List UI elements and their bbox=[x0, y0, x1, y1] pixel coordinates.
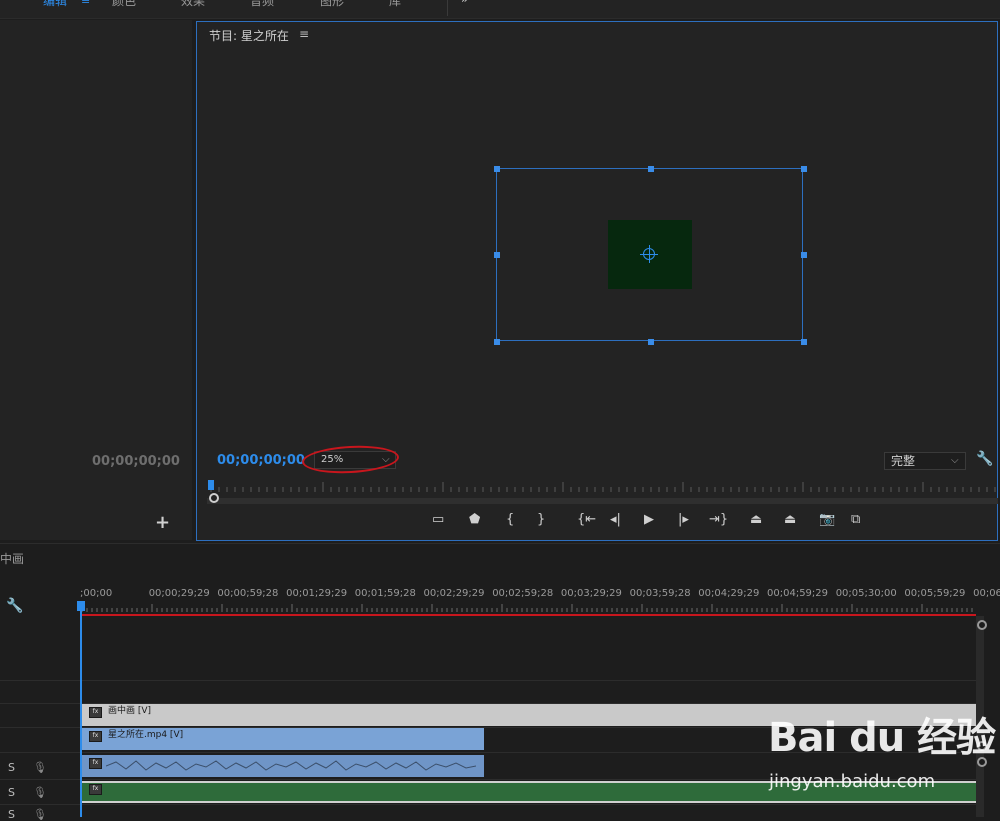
chevron-down-icon[interactable]: ⌵ bbox=[951, 452, 959, 470]
ruler-tick-label: 00;05;59;29 bbox=[904, 588, 966, 599]
resize-handle[interactable] bbox=[494, 252, 500, 258]
solo-toggle[interactable]: S bbox=[8, 761, 15, 774]
microphone-icon[interactable]: 🎙 bbox=[33, 808, 47, 821]
timeline-divider bbox=[0, 543, 1000, 544]
clip-label: 画中画 [V] bbox=[108, 706, 152, 716]
microphone-icon[interactable]: 🎙 bbox=[33, 761, 47, 774]
extract-icon[interactable]: ⏏ bbox=[784, 512, 796, 527]
lift-icon[interactable]: ⏏ bbox=[750, 512, 762, 527]
panel-menu-icon[interactable]: ≡ bbox=[299, 27, 309, 41]
timeline-ruler-ticks bbox=[82, 604, 973, 612]
source-timecode: 00;00;00;00 bbox=[92, 454, 180, 469]
resize-handle[interactable] bbox=[494, 339, 500, 345]
fx-badge-icon: fx bbox=[89, 731, 102, 742]
add-icon[interactable]: + bbox=[155, 512, 170, 533]
tab-color[interactable]: 颜色 bbox=[112, 0, 136, 9]
microphone-icon[interactable]: 🎙 bbox=[33, 786, 47, 799]
in-icon[interactable]: { bbox=[506, 512, 514, 527]
ruler-tick-label: 00;02;29;29 bbox=[423, 588, 485, 599]
ruler-tick-label: 00;06; bbox=[973, 588, 1000, 599]
video-clip[interactable]: fx 星之所在.mp4 [V] bbox=[82, 728, 484, 750]
timeline-title: 中画 bbox=[0, 552, 25, 566]
timeline-settings-icon[interactable]: 🔧 bbox=[6, 598, 23, 614]
step-forward-icon[interactable]: |▸ bbox=[678, 512, 689, 527]
tab-library[interactable]: 库 bbox=[389, 0, 401, 9]
tab-effects[interactable]: 效果 bbox=[181, 0, 205, 9]
anchor-crosshair bbox=[649, 245, 650, 263]
ruler-tick-label: 00;05;30;00 bbox=[835, 588, 897, 599]
ruler-tick-label: 00;00;59;28 bbox=[217, 588, 279, 599]
resize-handle[interactable] bbox=[648, 166, 654, 172]
compare-icon[interactable]: ⧉ bbox=[851, 512, 860, 527]
audio-waveform bbox=[106, 760, 476, 771]
fx-badge-icon: fx bbox=[89, 758, 102, 769]
out-icon[interactable]: } bbox=[537, 512, 545, 527]
ruler-tick-label: 00;04;29;29 bbox=[698, 588, 760, 599]
track-divider bbox=[0, 680, 980, 681]
ruler-tick-label: 00;01;29;29 bbox=[286, 588, 348, 599]
clip-label: 星之所在.mp4 [V] bbox=[108, 730, 184, 740]
watermark-url: jingyan.baidu.com bbox=[769, 771, 936, 792]
render-bar bbox=[82, 614, 976, 616]
go-to-out-icon[interactable]: ⇥} bbox=[709, 512, 728, 527]
scrollbar-handle[interactable] bbox=[977, 620, 987, 630]
tab-graphics[interactable]: 图形 bbox=[320, 0, 344, 9]
ruler-tick-label: ;00;00 bbox=[80, 588, 113, 599]
scrollbar-handle[interactable] bbox=[209, 493, 219, 503]
fx-badge-icon: fx bbox=[89, 784, 102, 795]
monitor-title: 节目: 星之所在 bbox=[209, 29, 289, 43]
timeline-ruler[interactable]: ;00;00 00;00;29;29 00;00;59;28 00;01;29;29 0… bbox=[80, 588, 1000, 602]
export-frame-icon[interactable]: 📷 bbox=[819, 512, 835, 527]
workspace-bar: 编辑 ≡ 颜色 效果 音频 图形 库 » bbox=[0, 0, 1000, 19]
tab-menu-icon[interactable]: ≡ bbox=[81, 0, 90, 7]
resize-handle[interactable] bbox=[801, 339, 807, 345]
safe-margins-icon[interactable]: ▭ bbox=[432, 512, 444, 527]
monitor-playhead[interactable] bbox=[208, 480, 214, 490]
ruler-tick-label: 00;04;59;29 bbox=[767, 588, 829, 599]
step-back-icon[interactable]: ◂| bbox=[610, 512, 621, 527]
go-to-in-icon[interactable]: {⇤ bbox=[577, 512, 596, 527]
zoom-scrollbar[interactable] bbox=[207, 498, 998, 504]
timeline-playhead-line[interactable] bbox=[80, 603, 82, 817]
settings-wrench-icon[interactable]: 🔧 bbox=[976, 451, 993, 467]
solo-toggle[interactable]: S bbox=[8, 786, 15, 799]
ruler-tick-label: 00;03;59;28 bbox=[629, 588, 691, 599]
resize-handle[interactable] bbox=[494, 166, 500, 172]
resize-handle[interactable] bbox=[801, 166, 807, 172]
resize-handle[interactable] bbox=[648, 339, 654, 345]
solo-toggle[interactable]: S bbox=[8, 808, 15, 821]
timeline-playhead[interactable] bbox=[77, 601, 85, 611]
playhead-timecode[interactable]: 00;00;00;00 bbox=[217, 453, 305, 468]
monitor-time-ruler[interactable] bbox=[207, 480, 998, 494]
tab-audio[interactable]: 音频 bbox=[250, 0, 274, 9]
marker-icon[interactable]: ⬟ bbox=[469, 512, 480, 527]
play-icon[interactable]: ▶ bbox=[644, 512, 654, 527]
watermark-logo: Bai du 经验 bbox=[768, 715, 996, 761]
tab-editing[interactable]: 编辑 bbox=[43, 0, 67, 9]
overflow-icon[interactable]: » bbox=[461, 0, 468, 6]
ruler-tick-label: 00;02;59;28 bbox=[492, 588, 554, 599]
ruler-tick-label: 00;00;29;29 bbox=[148, 588, 210, 599]
tab-divider bbox=[447, 0, 448, 16]
ruler-tick-label: 00;03;29;29 bbox=[560, 588, 622, 599]
audio-clip[interactable]: fx bbox=[82, 755, 484, 777]
track-divider bbox=[0, 804, 980, 805]
fx-badge-icon: fx bbox=[89, 707, 102, 718]
ruler-tick-label: 00;01;59;28 bbox=[354, 588, 416, 599]
resize-handle[interactable] bbox=[801, 252, 807, 258]
